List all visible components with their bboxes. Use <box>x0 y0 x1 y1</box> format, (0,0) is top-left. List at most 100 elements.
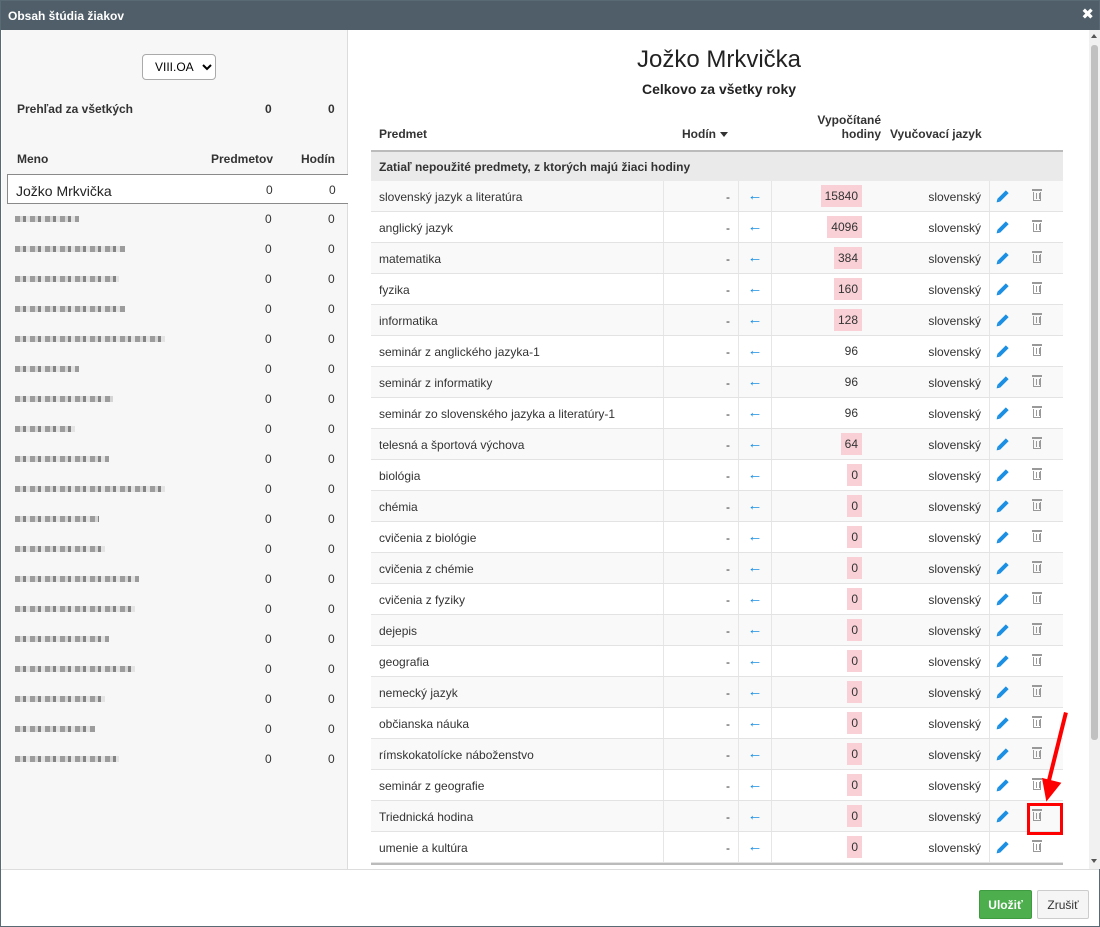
close-icon[interactable]: ✖ <box>1081 7 1094 22</box>
copy-hours-arrow-icon[interactable]: ← <box>739 181 772 211</box>
edit-button[interactable] <box>989 243 1021 273</box>
edit-button[interactable] <box>989 336 1021 366</box>
copy-hours-arrow-icon[interactable]: ← <box>739 336 772 366</box>
delete-button[interactable] <box>1021 677 1053 707</box>
edit-button[interactable] <box>989 553 1021 583</box>
delete-button[interactable] <box>1021 367 1053 397</box>
student-row[interactable]: 00 <box>2 414 348 444</box>
student-row[interactable]: 00 <box>2 444 348 474</box>
save-button[interactable]: Uložiť <box>979 890 1032 919</box>
edit-button[interactable] <box>989 274 1021 304</box>
copy-hours-arrow-icon[interactable]: ← <box>739 398 772 428</box>
student-row[interactable]: 00 <box>2 714 348 744</box>
delete-button[interactable] <box>1021 553 1053 583</box>
edit-button[interactable] <box>989 646 1021 676</box>
edit-button[interactable] <box>989 429 1021 459</box>
student-row[interactable]: 00 <box>2 324 348 354</box>
delete-button[interactable] <box>1021 243 1053 273</box>
delete-button[interactable] <box>1021 336 1053 366</box>
copy-hours-arrow-icon[interactable]: ← <box>739 212 772 242</box>
delete-button[interactable] <box>1021 615 1053 645</box>
header-subjects: Predmetov <box>211 152 274 166</box>
edit-button[interactable] <box>989 212 1021 242</box>
student-row[interactable]: 00 <box>2 354 348 384</box>
edit-button[interactable] <box>989 398 1021 428</box>
edit-button[interactable] <box>989 305 1021 335</box>
student-row[interactable]: 00 <box>2 384 348 414</box>
edit-button[interactable] <box>989 708 1021 738</box>
delete-button[interactable] <box>1021 491 1053 521</box>
student-row[interactable]: 00 <box>2 564 348 594</box>
table-row: informatika - ← 128 slovenský <box>371 305 1063 336</box>
copy-hours-arrow-icon[interactable]: ← <box>739 429 772 459</box>
redacted-name <box>15 726 95 732</box>
copy-hours-arrow-icon[interactable]: ← <box>739 739 772 769</box>
student-row[interactable]: Jožko Mrkvička 0 0 <box>7 174 348 204</box>
edit-button[interactable] <box>989 460 1021 490</box>
delete-button[interactable] <box>1021 305 1053 335</box>
trash-icon <box>1032 530 1042 542</box>
copy-hours-arrow-icon[interactable]: ← <box>739 584 772 614</box>
copy-hours-arrow-icon[interactable]: ← <box>739 553 772 583</box>
edit-button[interactable] <box>989 739 1021 769</box>
delete-button[interactable] <box>1021 708 1053 738</box>
delete-button[interactable] <box>1021 522 1053 552</box>
student-row[interactable]: 00 <box>2 204 348 234</box>
copy-hours-arrow-icon[interactable]: ← <box>739 274 772 304</box>
delete-button[interactable] <box>1021 212 1053 242</box>
copy-hours-arrow-icon[interactable]: ← <box>739 243 772 273</box>
copy-hours-arrow-icon[interactable]: ← <box>739 708 772 738</box>
delete-button[interactable] <box>1021 584 1053 614</box>
class-select[interactable]: VIII.OA <box>142 54 216 80</box>
edit-button[interactable] <box>989 677 1021 707</box>
student-row[interactable]: 00 <box>2 294 348 324</box>
copy-hours-arrow-icon[interactable]: ← <box>739 305 772 335</box>
header-hours-sort[interactable]: Hodín <box>682 127 728 141</box>
edit-button[interactable] <box>989 770 1021 800</box>
delete-button[interactable] <box>1021 646 1053 676</box>
delete-button[interactable] <box>1021 460 1053 490</box>
scroll-down-icon[interactable] <box>1091 859 1097 863</box>
edit-button[interactable] <box>989 584 1021 614</box>
student-row[interactable]: 00 <box>2 594 348 624</box>
teaching-language: slovenský <box>928 810 981 824</box>
cancel-button[interactable]: Zrušiť <box>1037 890 1089 919</box>
copy-hours-arrow-icon[interactable]: ← <box>739 646 772 676</box>
student-row[interactable]: 00 <box>2 744 348 774</box>
copy-hours-arrow-icon[interactable]: ← <box>739 522 772 552</box>
scroll-thumb[interactable] <box>1091 45 1098 740</box>
scroll-up-icon[interactable] <box>1091 34 1097 38</box>
student-row[interactable]: 00 <box>2 264 348 294</box>
scrollbar[interactable] <box>1089 30 1100 869</box>
copy-hours-arrow-icon[interactable]: ← <box>739 677 772 707</box>
hours-cell: - <box>663 770 739 800</box>
delete-button[interactable] <box>1021 832 1053 862</box>
student-row[interactable]: 00 <box>2 624 348 654</box>
student-row[interactable]: 00 <box>2 234 348 264</box>
copy-hours-arrow-icon[interactable]: ← <box>739 367 772 397</box>
copy-hours-arrow-icon[interactable]: ← <box>739 615 772 645</box>
delete-button[interactable] <box>1021 181 1053 211</box>
copy-hours-arrow-icon[interactable]: ← <box>739 460 772 490</box>
edit-button[interactable] <box>989 615 1021 645</box>
delete-button[interactable] <box>1021 274 1053 304</box>
student-row[interactable]: 00 <box>2 534 348 564</box>
delete-button[interactable] <box>1021 429 1053 459</box>
student-row[interactable]: 00 <box>2 654 348 684</box>
student-row[interactable]: 00 <box>2 684 348 714</box>
edit-button[interactable] <box>989 832 1021 862</box>
copy-hours-arrow-icon[interactable]: ← <box>739 832 772 862</box>
edit-button[interactable] <box>989 801 1021 831</box>
copy-hours-arrow-icon[interactable]: ← <box>739 491 772 521</box>
edit-button[interactable] <box>989 181 1021 211</box>
student-row[interactable]: 00 <box>2 474 348 504</box>
student-row[interactable]: 00 <box>2 504 348 534</box>
edit-button[interactable] <box>989 367 1021 397</box>
edit-button[interactable] <box>989 522 1021 552</box>
copy-hours-arrow-icon[interactable]: ← <box>739 801 772 831</box>
edit-button[interactable] <box>989 491 1021 521</box>
student-list-panel: VIII.OA Prehľad za všetkých 0 0 Meno Pre… <box>2 30 348 869</box>
delete-button[interactable] <box>1021 739 1053 769</box>
copy-hours-arrow-icon[interactable]: ← <box>739 770 772 800</box>
delete-button[interactable] <box>1021 398 1053 428</box>
